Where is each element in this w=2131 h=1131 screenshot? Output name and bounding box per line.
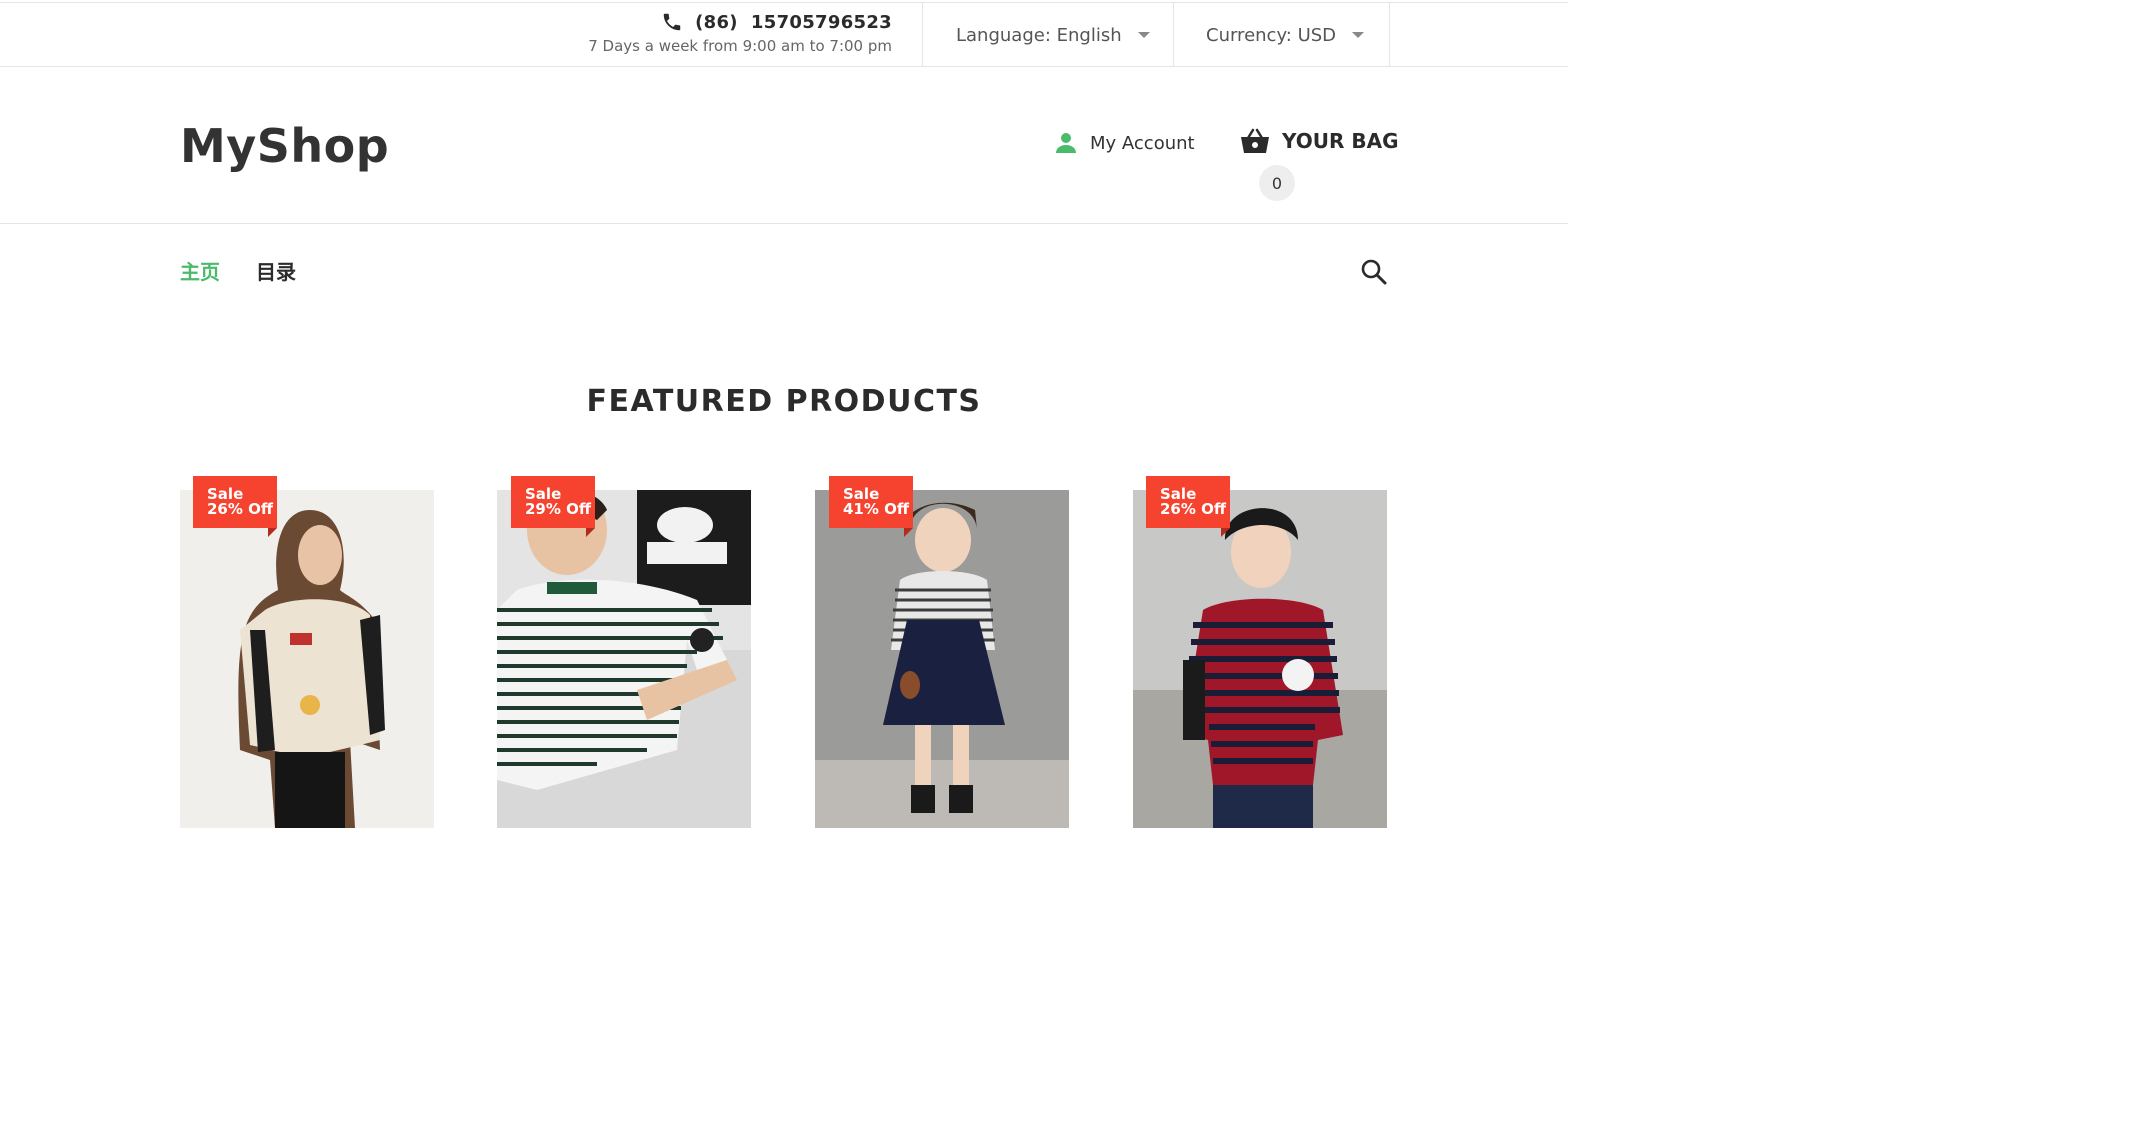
top-bar: (86) 15705796523 7 Days a week from 9:00… bbox=[0, 2, 1568, 67]
chevron-down-icon bbox=[1137, 32, 1150, 38]
divider bbox=[922, 3, 923, 67]
phone-number[interactable]: (86) 15705796523 bbox=[695, 12, 892, 33]
my-account-link[interactable]: My Account bbox=[1054, 131, 1195, 155]
product-image[interactable] bbox=[815, 490, 1069, 828]
chevron-down-icon bbox=[1352, 32, 1365, 38]
product-card[interactable]: Sale 29% Off bbox=[497, 476, 765, 832]
sale-badge-line2: 41% Off bbox=[843, 500, 910, 518]
contact-info: (86) 15705796523 7 Days a week from 9:00… bbox=[588, 11, 892, 56]
divider bbox=[1173, 3, 1174, 67]
featured-products-title: FEATURED PRODUCTS bbox=[586, 384, 982, 419]
product-image[interactable] bbox=[497, 490, 751, 828]
basket-icon bbox=[1241, 128, 1269, 153]
boy-red-sweater-photo bbox=[1133, 490, 1387, 828]
search-icon[interactable] bbox=[1360, 258, 1388, 286]
cart-button[interactable]: YOUR BAG bbox=[1240, 127, 1399, 155]
sale-badge-line2: 29% Off bbox=[525, 500, 592, 518]
girl-dress-photo bbox=[815, 490, 1069, 828]
sale-badge: Sale 26% Off bbox=[193, 476, 277, 537]
site-header: MyShop My Account 0 YOUR BAG bbox=[0, 67, 1568, 224]
sale-badge-line2: 26% Off bbox=[1160, 500, 1227, 518]
nav-item-catalog[interactable]: 目录 bbox=[256, 256, 296, 285]
product-card[interactable]: Sale 26% Off bbox=[1133, 476, 1401, 832]
sale-badge: Sale 41% Off bbox=[829, 476, 913, 537]
main-nav: 主页 目录 bbox=[0, 224, 1568, 314]
product-card[interactable]: Sale 26% Off bbox=[180, 476, 448, 832]
boy-striped-tee-photo bbox=[497, 490, 751, 828]
cart-count-badge: 0 bbox=[1259, 165, 1295, 201]
nav-item-home[interactable]: 主页 bbox=[180, 256, 220, 285]
phone-icon bbox=[663, 13, 681, 31]
language-selector[interactable]: Language: English bbox=[956, 3, 1150, 67]
product-image[interactable] bbox=[1133, 490, 1387, 828]
shop-logo[interactable]: MyShop bbox=[180, 119, 389, 173]
sale-badge-line2: 26% Off bbox=[207, 500, 274, 518]
bag-label: YOUR BAG bbox=[1282, 129, 1399, 153]
opening-hours: 7 Days a week from 9:00 am to 7:00 pm bbox=[588, 37, 892, 55]
sale-badge: Sale 29% Off bbox=[511, 476, 595, 537]
language-label: Language: English bbox=[956, 24, 1122, 46]
sale-badge: Sale 26% Off bbox=[1146, 476, 1230, 537]
account-label: My Account bbox=[1090, 132, 1195, 154]
currency-selector[interactable]: Currency: USD bbox=[1206, 3, 1365, 67]
currency-label: Currency: USD bbox=[1206, 24, 1337, 46]
product-image[interactable] bbox=[180, 490, 434, 828]
divider bbox=[1389, 3, 1390, 67]
user-icon bbox=[1056, 133, 1076, 153]
girl-sweater-photo bbox=[180, 490, 434, 828]
product-card[interactable]: Sale 41% Off bbox=[815, 476, 1083, 832]
